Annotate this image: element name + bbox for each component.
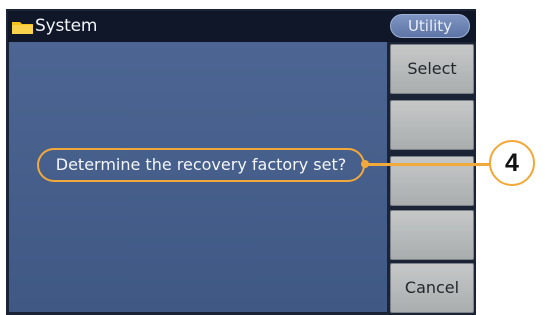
folder-icon: [12, 22, 33, 34]
callout-line: [368, 163, 492, 166]
confirm-message: Determine the recovery factory set?: [37, 148, 365, 182]
select-button[interactable]: Select: [390, 44, 474, 94]
softkey-2[interactable]: [390, 100, 474, 150]
softkey-4[interactable]: [390, 210, 474, 260]
page-title: System: [35, 16, 98, 36]
tab-utility[interactable]: Utility: [390, 14, 470, 38]
cancel-button[interactable]: Cancel: [390, 263, 474, 313]
callout-number: 4: [489, 140, 535, 186]
callout-dot: [361, 160, 369, 168]
